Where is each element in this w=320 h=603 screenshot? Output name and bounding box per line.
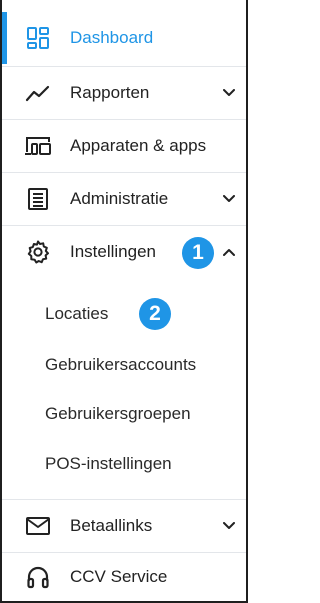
envelope-icon: [24, 512, 52, 540]
sidebar-item-label: CCV Service: [70, 567, 168, 586]
sidebar-item-label: Instellingen: [70, 242, 157, 261]
headset-icon: [24, 563, 52, 591]
gear-icon: [24, 238, 52, 266]
step-badge-1: 1: [182, 237, 214, 269]
submenu-item-gebruikersaccounts[interactable]: Gebruikersaccounts: [45, 355, 196, 375]
chevron-down-icon[interactable]: [222, 86, 236, 100]
sidebar-item-label: Betaallinks: [70, 515, 153, 535]
sidebar-item-rapporten[interactable]: Rapporten: [2, 67, 246, 119]
sidebar-item-label: Rapporten: [70, 83, 150, 102]
chevron-down-icon[interactable]: [222, 192, 236, 206]
dashboard-icon: [24, 24, 52, 52]
step-badge-2: 2: [139, 298, 171, 330]
sidebar-nav: Dashboard Rapporten Apparaten & apps Adm…: [0, 0, 248, 603]
list-document-icon: [24, 185, 52, 213]
chevron-down-icon[interactable]: [222, 519, 236, 533]
sidebar-item-ccv-service[interactable]: CCV Service: [2, 553, 246, 601]
submenu-item-gebruikersgroepen[interactable]: Gebruikersgroepen: [45, 404, 191, 424]
submenu-item-locaties[interactable]: Locaties: [45, 304, 108, 324]
sidebar-item-administratie[interactable]: Administratie: [2, 173, 246, 225]
sidebar-item-betaallinks[interactable]: Betaallinks: [2, 500, 246, 551]
chart-line-icon: [24, 79, 52, 107]
sidebar-item-label: Dashboard: [70, 28, 154, 47]
chevron-up-icon[interactable]: [222, 245, 236, 259]
devices-icon: [24, 132, 52, 160]
sidebar-item-label: Apparaten & apps: [70, 136, 207, 155]
submenu-item-pos-instellingen[interactable]: POS-instellingen: [45, 454, 172, 474]
sidebar-item-dashboard[interactable]: Dashboard: [2, 12, 246, 64]
sidebar-item-apparaten[interactable]: Apparaten & apps: [2, 120, 246, 172]
sidebar-item-label: Administratie: [70, 189, 169, 208]
